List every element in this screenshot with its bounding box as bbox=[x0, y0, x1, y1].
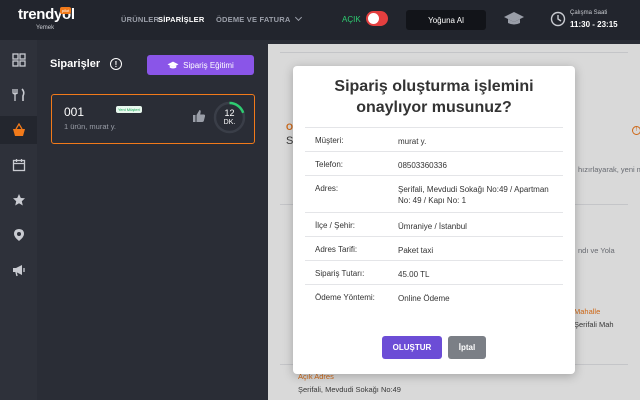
grid-icon bbox=[11, 53, 26, 67]
nav-products[interactable]: ÜRÜNLER bbox=[121, 15, 159, 24]
timer-minutes: 12 bbox=[224, 108, 235, 118]
toggle-knob bbox=[368, 13, 379, 24]
nav-orders[interactable]: SİPARİŞLER bbox=[158, 15, 204, 24]
sidebar bbox=[0, 40, 37, 400]
chevron-down-icon bbox=[294, 13, 302, 22]
row-key: Telefon: bbox=[315, 160, 344, 169]
work-hours-value: 11:30 - 23:15 bbox=[570, 20, 618, 29]
order-detail: 1 ürün, murat y. bbox=[64, 122, 116, 131]
timer-value: 12 DK. bbox=[213, 109, 246, 127]
star-icon bbox=[12, 194, 25, 206]
modal-row-directions: Adres Tarifi: Paket taxi bbox=[305, 236, 563, 260]
info-icon[interactable]: ! bbox=[110, 58, 122, 70]
map-pin-icon bbox=[13, 229, 24, 241]
nav-payment-label: ÖDEME VE FATURA bbox=[216, 15, 291, 24]
row-value: 45.00 TL bbox=[398, 270, 430, 279]
sidebar-item-menu[interactable] bbox=[0, 81, 37, 109]
graduation-cap-icon bbox=[167, 61, 179, 68]
sidebar-item-orders[interactable] bbox=[0, 116, 37, 144]
modal-row-payment: Ödeme Yöntemi: Online Ödeme bbox=[305, 284, 563, 308]
modal-row-address: Adres: Şerifali, Mevdudi Sokağı No:49 / … bbox=[305, 175, 563, 212]
order-training-button[interactable]: Sipariş Eğitimi bbox=[147, 55, 254, 75]
orders-title: Siparişler bbox=[50, 58, 101, 70]
row-value: Paket taxi bbox=[398, 246, 434, 255]
modal-title: Sipariş oluşturma işlemini onaylıyor mus… bbox=[334, 78, 534, 116]
new-customer-badge: Yeni Müşteri bbox=[116, 106, 142, 113]
row-value: murat y. bbox=[398, 137, 427, 146]
sidebar-item-campaigns[interactable] bbox=[0, 256, 37, 284]
row-key: Adres Tarifi: bbox=[315, 245, 358, 254]
open-status-label: AÇIK bbox=[342, 15, 361, 24]
row-key: Sipariş Tutarı: bbox=[315, 269, 365, 278]
work-hours-label: Çalışma Saati bbox=[570, 10, 608, 16]
timer-unit: DK. bbox=[223, 119, 236, 126]
modal-row-total: Sipariş Tutarı: 45.00 TL bbox=[305, 260, 563, 284]
modal-row-customer: Müşteri: murat y. bbox=[305, 127, 563, 151]
row-key: Müşteri: bbox=[315, 136, 344, 145]
sidebar-item-dashboard[interactable] bbox=[0, 46, 37, 74]
row-key: İlçe / Şehir: bbox=[315, 221, 356, 230]
megaphone-icon bbox=[12, 265, 25, 277]
busy-button[interactable]: Yoğuna Al bbox=[406, 10, 486, 30]
sidebar-item-reviews[interactable] bbox=[0, 186, 37, 214]
thumbs-up-icon[interactable] bbox=[192, 109, 206, 123]
modal-row-phone: Telefon: 08503360336 bbox=[305, 151, 563, 175]
clock-icon bbox=[550, 11, 566, 27]
basket-icon bbox=[12, 123, 25, 136]
brand-sub: Yemek bbox=[36, 25, 55, 31]
row-value: Online Ödeme bbox=[398, 294, 450, 303]
create-order-button[interactable]: OLUŞTUR bbox=[382, 336, 442, 359]
cancel-button[interactable]: İptal bbox=[448, 336, 486, 359]
top-bar: trendyol pilot Yemek ÜRÜNLER SİPARİŞLER … bbox=[0, 0, 640, 40]
sidebar-item-calendar[interactable] bbox=[0, 151, 37, 179]
order-number: 001 bbox=[64, 105, 85, 119]
row-key: Ödeme Yöntemi: bbox=[315, 293, 375, 302]
row-value: 08503360336 bbox=[398, 161, 447, 170]
fork-knife-icon bbox=[11, 88, 25, 101]
sidebar-item-location[interactable] bbox=[0, 221, 37, 249]
confirm-order-modal: Sipariş oluşturma işlemini onaylıyor mus… bbox=[293, 66, 575, 374]
order-training-label: Sipariş Eğitimi bbox=[183, 60, 234, 70]
row-value: Ümraniye / İstanbul bbox=[398, 222, 467, 231]
row-key: Adres: bbox=[315, 184, 339, 193]
modal-row-district: İlçe / Şehir: Ümraniye / İstanbul bbox=[305, 212, 563, 236]
graduation-cap-icon[interactable] bbox=[503, 11, 525, 27]
brand-logo[interactable]: trendyol pilot Yemek bbox=[18, 6, 75, 31]
open-toggle[interactable] bbox=[366, 11, 388, 26]
order-card[interactable]: 001 Yeni Müşteri 1 ürün, murat y. 12 DK. bbox=[51, 94, 255, 144]
calendar-icon bbox=[12, 159, 25, 172]
row-value: Şerifali, Mevdudi Sokağı No:49 / Apartma… bbox=[398, 185, 549, 205]
nav-payment-invoice[interactable]: ÖDEME VE FATURA bbox=[216, 13, 302, 24]
brand-badge: pilot bbox=[60, 7, 72, 14]
